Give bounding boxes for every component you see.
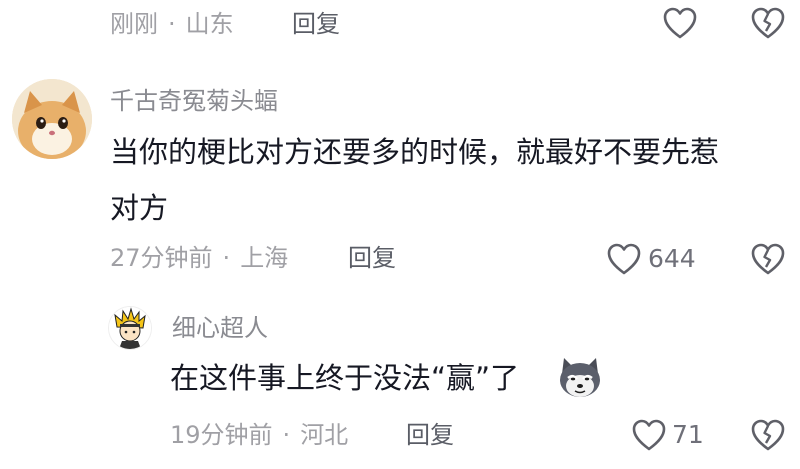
- like-count: 644: [648, 244, 696, 273]
- comment-username[interactable]: 细心超人: [172, 313, 268, 343]
- dislike-broken-heart-icon[interactable]: [750, 418, 786, 452]
- comment-text: 在这件事上终于没法“赢”了: [170, 356, 519, 400]
- like-heart-icon[interactable]: [606, 242, 642, 276]
- meta-separator: ·: [168, 10, 176, 38]
- comment-location: 上海: [240, 244, 289, 272]
- comment-text-line-1: 当你的梗比对方还要多的时候，就最好不要先惹: [110, 135, 720, 169]
- comment-text-line-2: 对方: [110, 191, 169, 225]
- comment-meta: 刚刚 · 山东: [110, 9, 234, 39]
- reply-button[interactable]: 回复: [406, 420, 454, 450]
- comment-meta: 19分钟前 · 河北: [170, 420, 348, 450]
- comment-text-quote: “赢”: [431, 361, 491, 395]
- avatar-naruto[interactable]: [108, 306, 152, 350]
- like-heart-icon[interactable]: [662, 6, 698, 40]
- husky-emoji-icon: [556, 356, 604, 404]
- dislike-broken-heart-icon[interactable]: [750, 242, 786, 276]
- reply-button[interactable]: 回复: [348, 243, 396, 273]
- comment-time: 27分钟前: [110, 244, 213, 272]
- like-heart-icon[interactable]: [631, 418, 667, 452]
- comment-location: 河北: [300, 421, 349, 449]
- comment-time: 19分钟前: [170, 421, 273, 449]
- cartoon-avatar-image: [109, 307, 151, 349]
- meta-separator: ·: [222, 244, 231, 272]
- comment-meta: 27分钟前 · 上海: [110, 243, 288, 273]
- avatar-cat[interactable]: [12, 79, 92, 159]
- comment-location: 山东: [185, 10, 234, 38]
- dislike-broken-heart-icon[interactable]: [750, 6, 786, 40]
- like-count: 71: [672, 420, 704, 449]
- comment-time: 刚刚: [110, 10, 158, 38]
- meta-separator: ·: [282, 421, 291, 449]
- cat-avatar-image: [12, 79, 92, 159]
- comment-username[interactable]: 千古奇冤菊头蝠: [110, 86, 278, 116]
- comment-text-suffix: 了: [490, 361, 520, 395]
- comment-text-main: 在这件事上终于没法: [170, 361, 432, 395]
- reply-button[interactable]: 回复: [292, 9, 340, 39]
